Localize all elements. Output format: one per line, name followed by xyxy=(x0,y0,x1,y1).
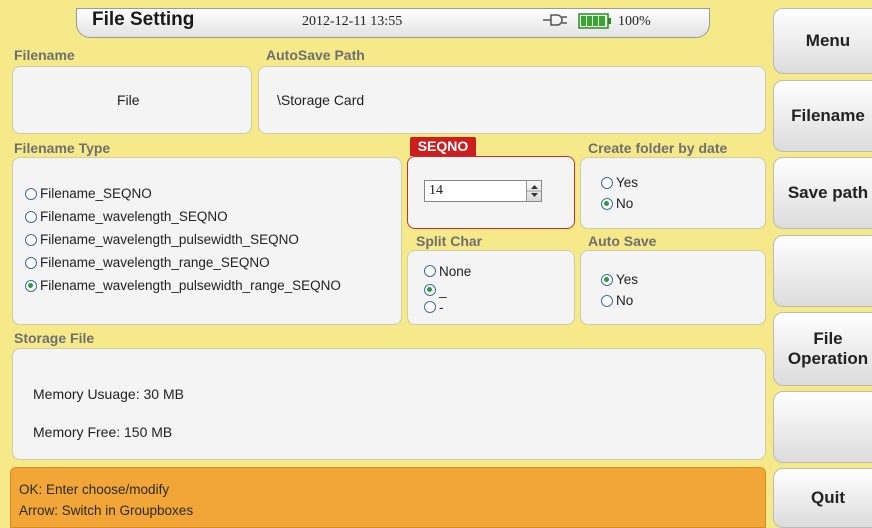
filename-type-option[interactable]: Filename_wavelength_pulsewidth_SEQNO xyxy=(25,228,341,251)
filename-type-option[interactable]: Filename_wavelength_range_SEQNO xyxy=(25,251,341,274)
hint-bar: OK: Enter choose/modify Arrow: Switch in… xyxy=(10,467,766,528)
radio-icon xyxy=(25,210,37,223)
storage-file-panel: Memory Usuage: 30 MB Memory Free: 150 MB xyxy=(12,348,766,460)
file-operation-label-1: File xyxy=(813,329,843,348)
create-folder-label: Create folder by date xyxy=(588,140,728,156)
seqno-input[interactable]: 14 xyxy=(424,180,542,202)
filename-type-group: Filename_SEQNO Filename_wavelength_SEQNO… xyxy=(12,157,402,325)
file-operation-button[interactable]: File Operation xyxy=(773,312,872,386)
auto-save-group: Yes No xyxy=(580,250,766,325)
filename-value: File xyxy=(117,92,140,108)
autosave-path-field[interactable]: \Storage Card xyxy=(258,66,766,134)
filename-type-label: Filename Type xyxy=(14,140,111,156)
page-title: File Setting xyxy=(92,9,195,30)
radio-selected-icon xyxy=(25,279,37,292)
split-char-option[interactable]: _ xyxy=(424,281,471,299)
create-folder-group: Yes No xyxy=(580,157,766,229)
filename-label: Filename xyxy=(14,47,75,63)
create-folder-option[interactable]: Yes xyxy=(601,172,638,193)
filename-type-option[interactable]: Filename_wavelength_SEQNO xyxy=(25,205,341,228)
seqno-label: SEQNO xyxy=(410,137,476,156)
hint-line-1: OK: Enter choose/modify xyxy=(19,482,170,497)
auto-save-option[interactable]: Yes xyxy=(601,269,638,290)
split-char-label: Split Char xyxy=(416,233,483,249)
save-path-button[interactable]: Save path xyxy=(773,157,872,229)
filename-field[interactable]: File xyxy=(12,66,252,134)
battery-icon xyxy=(578,13,612,29)
radio-selected-icon xyxy=(601,273,613,286)
filename-type-option[interactable]: Filename_wavelength_pulsewidth_range_SEQ… xyxy=(25,274,341,297)
file-operation-label-2: Operation xyxy=(787,349,869,368)
menu-button[interactable]: Menu xyxy=(773,8,872,74)
storage-file-label: Storage File xyxy=(14,330,95,346)
battery-percent: 100% xyxy=(618,14,651,29)
spin-arrows-icon xyxy=(527,185,542,197)
seqno-spinner[interactable] xyxy=(526,181,542,201)
quit-button[interactable]: Quit xyxy=(773,468,872,528)
datetime: 2012-12-11 13:55 xyxy=(302,14,403,29)
radio-icon xyxy=(424,301,436,313)
plug-icon xyxy=(542,13,568,27)
radio-icon xyxy=(601,176,613,189)
filename-type-option[interactable]: Filename_SEQNO xyxy=(25,182,341,205)
memory-free: Memory Free: 150 MB xyxy=(33,424,173,440)
memory-usage: Memory Usuage: 30 MB xyxy=(33,386,184,402)
empty-menu-button[interactable] xyxy=(773,235,872,307)
autosave-path-value: \Storage Card xyxy=(277,92,365,108)
radio-selected-icon xyxy=(424,284,436,296)
auto-save-option[interactable]: No xyxy=(601,290,638,311)
radio-icon xyxy=(25,187,37,200)
radio-selected-icon xyxy=(601,197,613,210)
autosave-path-label: AutoSave Path xyxy=(266,47,365,63)
split-char-group: None _ - xyxy=(407,250,575,325)
radio-icon xyxy=(601,294,613,307)
radio-icon xyxy=(25,233,37,246)
create-folder-option[interactable]: No xyxy=(601,193,638,214)
hint-line-2: Arrow: Switch in Groupboxes xyxy=(19,503,194,518)
split-char-option[interactable]: - xyxy=(424,299,471,315)
radio-icon xyxy=(25,256,37,269)
radio-icon xyxy=(424,265,436,277)
empty-menu-button[interactable] xyxy=(773,391,872,463)
split-char-option[interactable]: None xyxy=(424,261,471,281)
auto-save-label: Auto Save xyxy=(588,233,657,249)
filename-button[interactable]: Filename xyxy=(773,80,872,152)
